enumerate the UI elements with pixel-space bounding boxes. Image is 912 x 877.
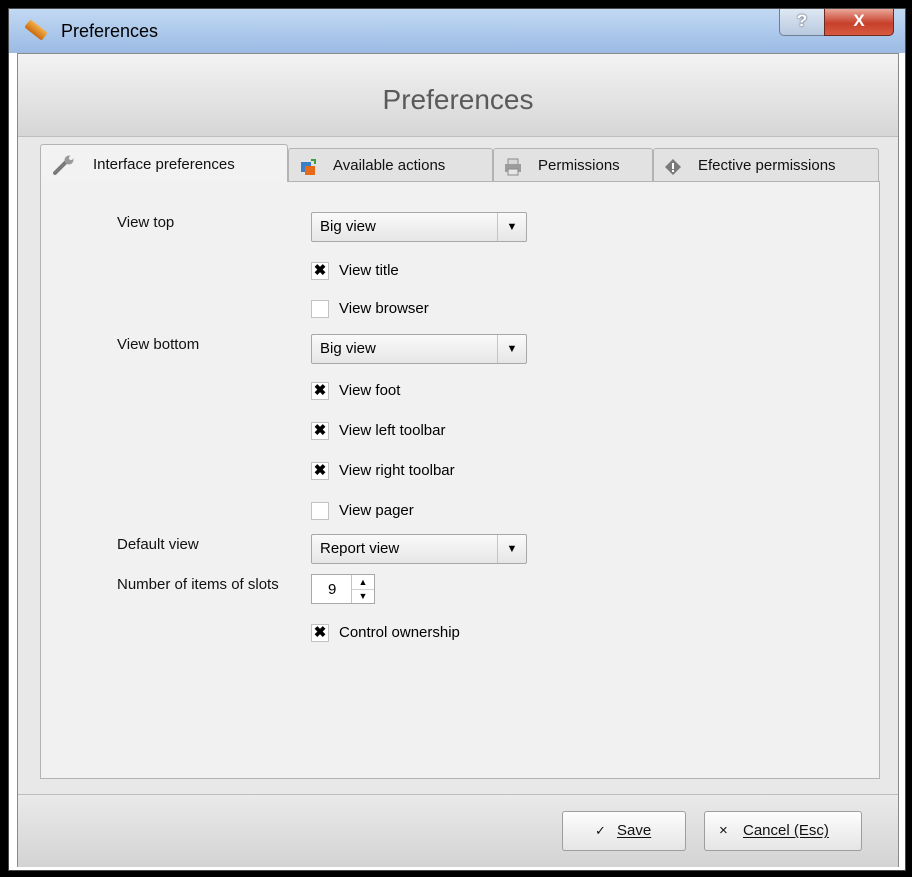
tab-label: Interface preferences [93, 156, 235, 173]
view-browser-checkbox[interactable] [311, 300, 329, 318]
default-view-value: Report view [320, 540, 400, 557]
tab-label: Available actions [333, 157, 446, 174]
view-top-label: View top [117, 214, 175, 231]
help-button[interactable]: ? [779, 9, 825, 36]
view-pager-checkbox[interactable] [311, 502, 329, 520]
wrench-icon [53, 155, 74, 175]
view-right-toolbar-checkbox[interactable]: ✖ [311, 462, 329, 480]
window-title: Preferences [61, 21, 159, 41]
window-titlebar[interactable]: Preferences ? X [9, 9, 905, 53]
view-right-toolbar-label: View right toolbar [339, 462, 455, 479]
items-of-slots-stepper[interactable]: 9 ▲ ▼ [311, 574, 375, 604]
items-of-slots-value[interactable]: 9 [328, 581, 336, 598]
control-ownership-checkbox[interactable]: ✖ [311, 624, 329, 642]
printer-icon [505, 158, 521, 176]
diamond-icon [665, 159, 681, 175]
page-title: Preferences [382, 84, 534, 115]
pencil-icon [24, 19, 48, 41]
view-bottom-select[interactable]: Big view ▼ [311, 334, 527, 364]
heading-band: Preferences [18, 54, 898, 137]
tab-permissions[interactable]: Permissions [493, 148, 653, 182]
chevron-down-icon[interactable]: ▼ [497, 335, 526, 363]
tab-label: Permissions [538, 157, 620, 174]
view-bottom-label: View bottom [117, 336, 200, 353]
default-view-label: Default view [117, 536, 199, 553]
save-button[interactable]: ✓ Save [562, 811, 686, 851]
stepper-buttons: ▲ ▼ [351, 575, 374, 603]
view-foot-checkbox[interactable]: ✖ [311, 382, 329, 400]
view-left-toolbar-checkbox[interactable]: ✖ [311, 422, 329, 440]
actions-icon [301, 159, 316, 175]
tab-efective-permissions[interactable]: Efective permissions [653, 148, 879, 182]
default-view-select[interactable]: Report view ▼ [311, 534, 527, 564]
close-icon: × [719, 822, 728, 839]
dialog-footer: ✓ Save × Cancel (Esc) [18, 794, 898, 867]
view-top-select[interactable]: Big view ▼ [311, 212, 527, 242]
chevron-down-icon[interactable]: ▼ [497, 213, 526, 241]
preferences-window: Preferences ? X Preferences Interface pr… [8, 8, 906, 871]
dialog-client-area: Preferences Interface preferences Availa… [17, 53, 899, 867]
view-top-value: Big view [320, 218, 376, 235]
save-label: Save [617, 822, 652, 839]
view-left-toolbar-label: View left toolbar [339, 422, 446, 439]
interface-preferences-panel: View top Big view ▼ ✖ View title View br… [40, 181, 880, 779]
control-ownership-label: Control ownership [339, 624, 460, 641]
view-bottom-value: Big view [320, 340, 376, 357]
items-of-slots-label: Number of items of slots [117, 576, 279, 593]
tab-label: Efective permissions [698, 157, 836, 174]
decrement-icon[interactable]: ▼ [352, 589, 374, 603]
view-pager-label: View pager [339, 502, 414, 519]
view-browser-label: View browser [339, 300, 429, 317]
increment-icon[interactable]: ▲ [352, 575, 374, 590]
close-button[interactable]: X [824, 9, 894, 36]
view-title-checkbox[interactable]: ✖ [311, 262, 329, 280]
view-title-label: View title [339, 262, 399, 279]
checkmark-icon: ✓ [595, 823, 606, 838]
tab-interface-preferences[interactable]: Interface preferences [40, 144, 288, 182]
cancel-label: Cancel (Esc) [743, 822, 829, 839]
chevron-down-icon[interactable]: ▼ [497, 535, 526, 563]
cancel-button[interactable]: × Cancel (Esc) [704, 811, 862, 851]
tab-available-actions[interactable]: Available actions [288, 148, 493, 182]
view-foot-label: View foot [339, 382, 401, 399]
